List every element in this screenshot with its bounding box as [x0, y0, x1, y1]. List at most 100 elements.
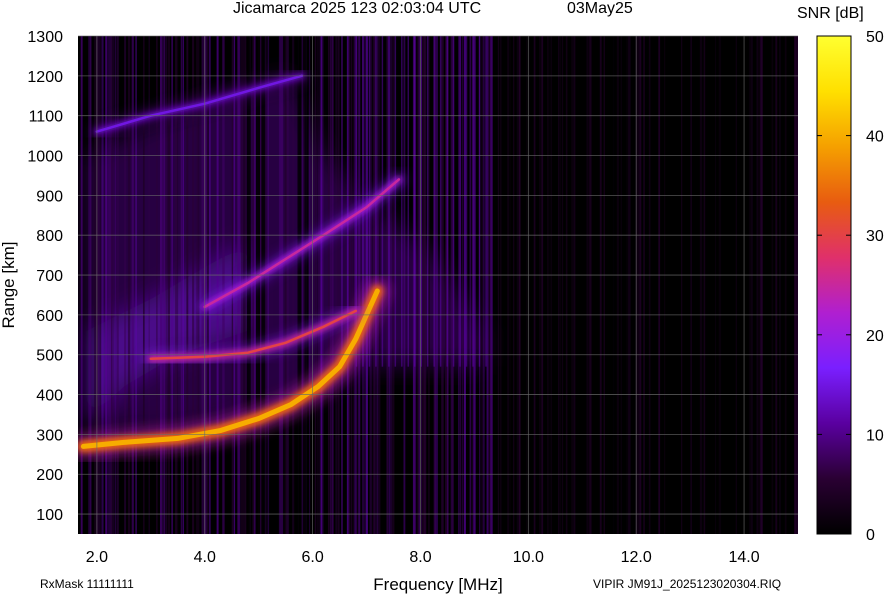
interference-streak: [794, 36, 797, 534]
y-tick-label: 600: [36, 308, 63, 325]
interference-streak: [358, 36, 361, 534]
interference-streak: [329, 36, 332, 534]
interference-streak: [280, 36, 284, 534]
interference-streak: [424, 36, 427, 534]
interference-streak: [309, 36, 311, 534]
interference-streak: [497, 36, 499, 534]
interference-streak: [616, 36, 619, 534]
interference-streak: [512, 36, 515, 534]
y-tick-label: 700: [36, 268, 63, 285]
y-tick-label: 100: [36, 507, 63, 524]
interference-streak: [337, 36, 340, 534]
interference-streak: [560, 36, 562, 534]
colorbar-tick-label: 50: [866, 29, 884, 46]
interference-streak: [314, 36, 317, 534]
interference-streak: [414, 36, 416, 367]
x-tick-label: 2.0: [86, 549, 108, 566]
interference-streak: [426, 36, 429, 367]
colorbar-tick-label: 0: [866, 527, 875, 544]
interference-streak: [571, 36, 573, 534]
interference-streak: [452, 36, 455, 367]
interference-streak: [388, 36, 390, 367]
y-tick-label: 1100: [29, 109, 64, 126]
interference-streak: [127, 36, 131, 534]
interference-streak: [490, 36, 493, 534]
colorbar-tick-label: 30: [866, 228, 884, 245]
y-axis-label: Range [km]: [0, 242, 18, 329]
interference-streak: [718, 36, 722, 534]
interference-streak: [590, 36, 592, 534]
interference-streak: [392, 36, 395, 534]
y-tick-label: 400: [36, 388, 63, 405]
interference-streak: [620, 36, 622, 534]
interference-streak: [320, 36, 323, 534]
interference-streak: [507, 36, 509, 534]
x-tick-label: 4.0: [194, 549, 216, 566]
interference-streak: [88, 36, 91, 534]
interference-streak: [480, 36, 484, 534]
interference-streak: [216, 36, 219, 534]
interference-streak: [573, 36, 576, 534]
interference-streak: [648, 36, 651, 534]
ionogram-chart: 2.0 4.0 6.0 8.0 10.0 12.0 14.01002003004005006…: [0, 29, 884, 594]
interference-streak: [292, 36, 295, 534]
interference-streak: [637, 36, 640, 534]
interference-streak: [750, 36, 753, 534]
blanked-channel: [304, 36, 309, 534]
interference-streak: [518, 36, 521, 534]
interference-streak: [105, 36, 108, 534]
interference-streak: [541, 36, 544, 534]
interference-streak: [318, 36, 320, 534]
interference-streak: [469, 36, 472, 534]
interference-streak: [350, 36, 352, 534]
interference-streak: [760, 36, 763, 534]
interference-streak: [779, 36, 781, 534]
interference-streak: [267, 36, 270, 534]
interference-streak: [439, 36, 442, 367]
interference-streak: [526, 36, 528, 534]
interference-streak: [486, 36, 489, 534]
interference-streak: [586, 36, 588, 534]
interference-streak: [550, 36, 552, 534]
interference-streak: [341, 36, 343, 534]
x-tick-label: 14.0: [728, 549, 759, 566]
blanked-channel: [261, 36, 266, 534]
y-tick-label: 500: [36, 348, 63, 365]
interference-streak: [663, 36, 666, 534]
interference-streak: [335, 36, 337, 534]
interference-streak: [346, 36, 349, 534]
interference-streak: [546, 36, 549, 534]
x-tick-label: 10.0: [513, 549, 544, 566]
interference-streak: [690, 36, 692, 534]
x-axis-label: Frequency [MHz]: [373, 575, 502, 594]
interference-streak: [714, 36, 717, 534]
interference-streak: [109, 36, 112, 534]
y-tick-label: 900: [36, 188, 63, 205]
ionogram-figure: Jicamarca 2025 123 02:03:04 UTC 03May25 …: [0, 0, 884, 595]
interference-streak: [222, 36, 225, 534]
interference-streak: [209, 36, 211, 534]
interference-streak: [93, 36, 97, 534]
interference-streak: [516, 36, 519, 534]
interference-streak: [558, 36, 560, 534]
y-tick-label: 200: [36, 467, 63, 484]
interference-streak: [771, 36, 774, 534]
interference-streak: [403, 36, 406, 534]
interference-streak: [509, 36, 511, 534]
interference-streak: [548, 36, 551, 534]
interference-streak: [472, 36, 474, 367]
interference-streak: [478, 36, 481, 367]
interference-streak: [565, 36, 568, 534]
x-tick-label: 8.0: [409, 549, 431, 566]
interference-streak: [407, 36, 410, 367]
interference-streak: [114, 36, 117, 534]
interference-streak: [303, 36, 305, 534]
interference-streak: [286, 36, 289, 534]
interference-streak: [735, 36, 737, 534]
y-tick-label: 800: [36, 228, 63, 245]
interference-streak: [599, 36, 602, 534]
interference-streak: [699, 36, 703, 534]
interference-streak: [441, 36, 444, 534]
plot-area: [78, 36, 798, 534]
interference-streak: [628, 36, 631, 534]
